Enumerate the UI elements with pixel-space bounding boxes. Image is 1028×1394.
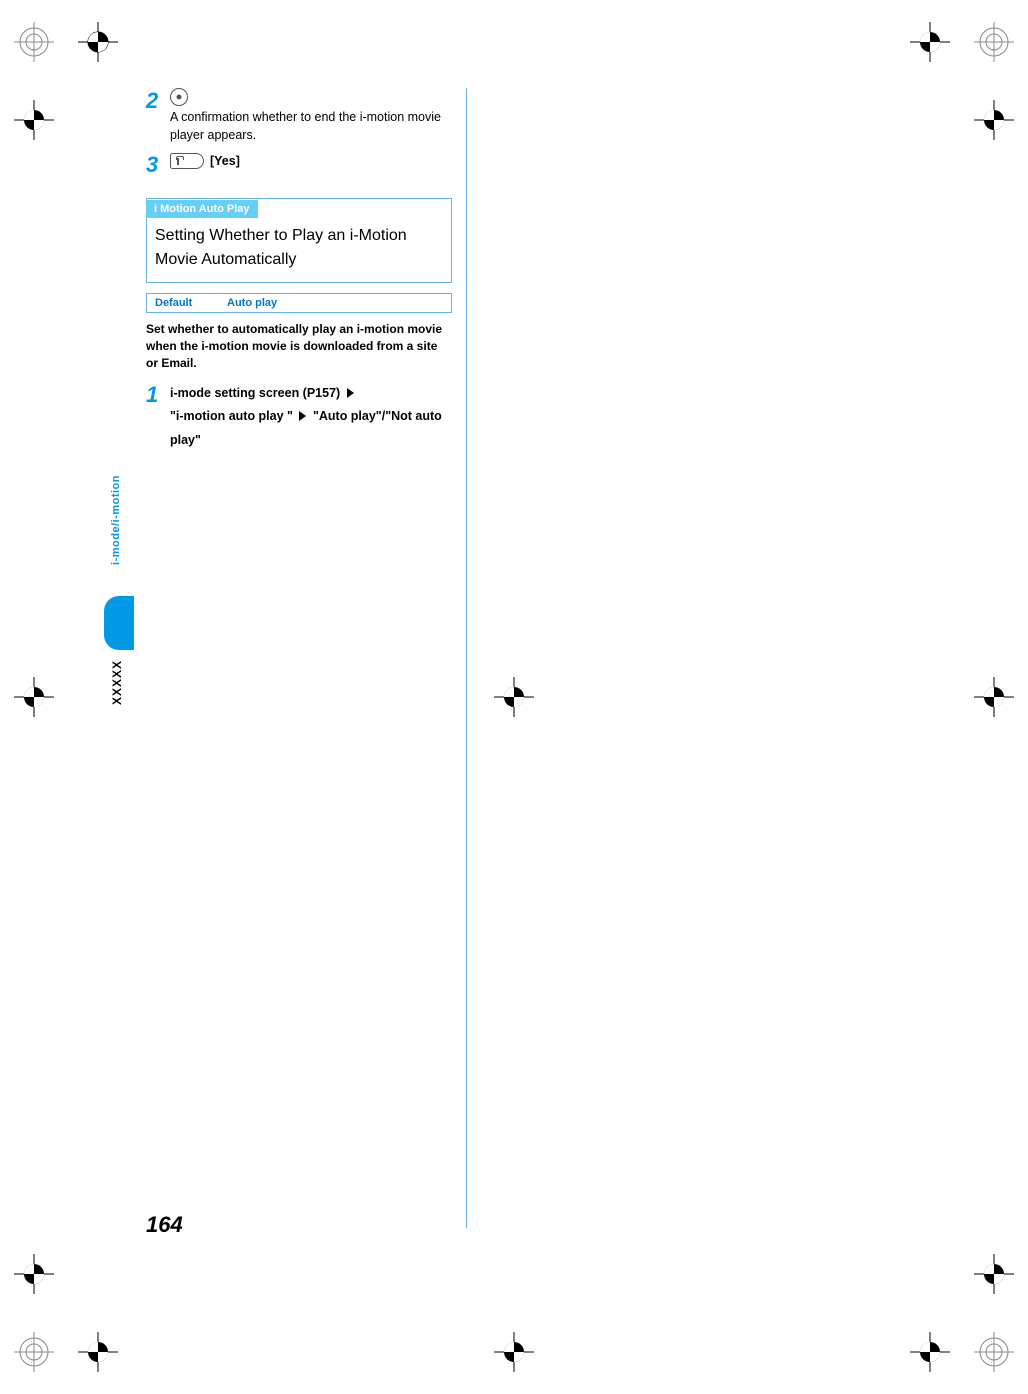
step-desc: A confirmation whether to end the i-moti… xyxy=(170,108,452,144)
side-tab: i-mode/i-motion xyxy=(110,475,122,565)
default-row: Default Auto play xyxy=(146,293,452,313)
side-tab-indicator xyxy=(104,596,134,650)
arrow-icon xyxy=(347,388,354,398)
page-number: 164 xyxy=(146,1212,183,1238)
crop-target-icon xyxy=(14,677,54,717)
step-3: 3 [Yes] xyxy=(146,152,452,176)
crop-mark-icon xyxy=(14,1332,54,1372)
crop-target-icon xyxy=(494,1332,534,1372)
crop-target-icon xyxy=(14,1254,54,1294)
crop-target-icon xyxy=(910,22,950,62)
step-1-sub: 1 i-mode setting screen (P157) "i-motion… xyxy=(146,382,452,453)
crop-target-icon xyxy=(974,677,1014,717)
default-value: Auto play xyxy=(219,294,451,312)
step-number: 3 xyxy=(146,152,170,176)
side-tab-label: i-mode/i-motion xyxy=(110,475,122,565)
crop-mark-icon xyxy=(974,1332,1014,1372)
step-bracket: [Yes] xyxy=(210,152,240,170)
step-number: 2 xyxy=(146,88,170,144)
center-key-icon xyxy=(170,88,188,106)
page-root: i-mode/i-motion XXXXX 2 A confirmation w… xyxy=(0,0,1028,1394)
step-text: "i-motion auto play " xyxy=(170,409,293,423)
crop-target-icon xyxy=(974,1254,1014,1294)
crop-target-icon xyxy=(974,100,1014,140)
crop-target-icon xyxy=(78,1332,118,1372)
section-title: Setting Whether to Play an i-Motion Movi… xyxy=(147,218,451,282)
step-2: 2 A confirmation whether to end the i-mo… xyxy=(146,88,452,144)
step-number: 1 xyxy=(146,382,170,453)
section-tag: i Motion Auto Play xyxy=(146,200,258,218)
side-placeholder: XXXXX xyxy=(110,660,124,705)
left-column: 2 A confirmation whether to end the i-mo… xyxy=(146,88,466,1228)
default-label: Default xyxy=(147,294,219,312)
section-box: i Motion Auto Play Setting Whether to Pl… xyxy=(146,198,452,283)
content-area: 2 A confirmation whether to end the i-mo… xyxy=(146,88,906,1228)
crop-target-icon xyxy=(78,22,118,62)
right-column xyxy=(467,88,906,1228)
softkey-icon xyxy=(170,153,204,169)
crop-target-icon xyxy=(910,1332,950,1372)
crop-mark-icon xyxy=(14,22,54,62)
step-text: i-mode setting screen (P157) xyxy=(170,386,340,400)
crop-target-icon xyxy=(14,100,54,140)
intro-text: Set whether to automatically play an i-m… xyxy=(146,321,452,371)
crop-mark-icon xyxy=(974,22,1014,62)
arrow-icon xyxy=(299,411,306,421)
